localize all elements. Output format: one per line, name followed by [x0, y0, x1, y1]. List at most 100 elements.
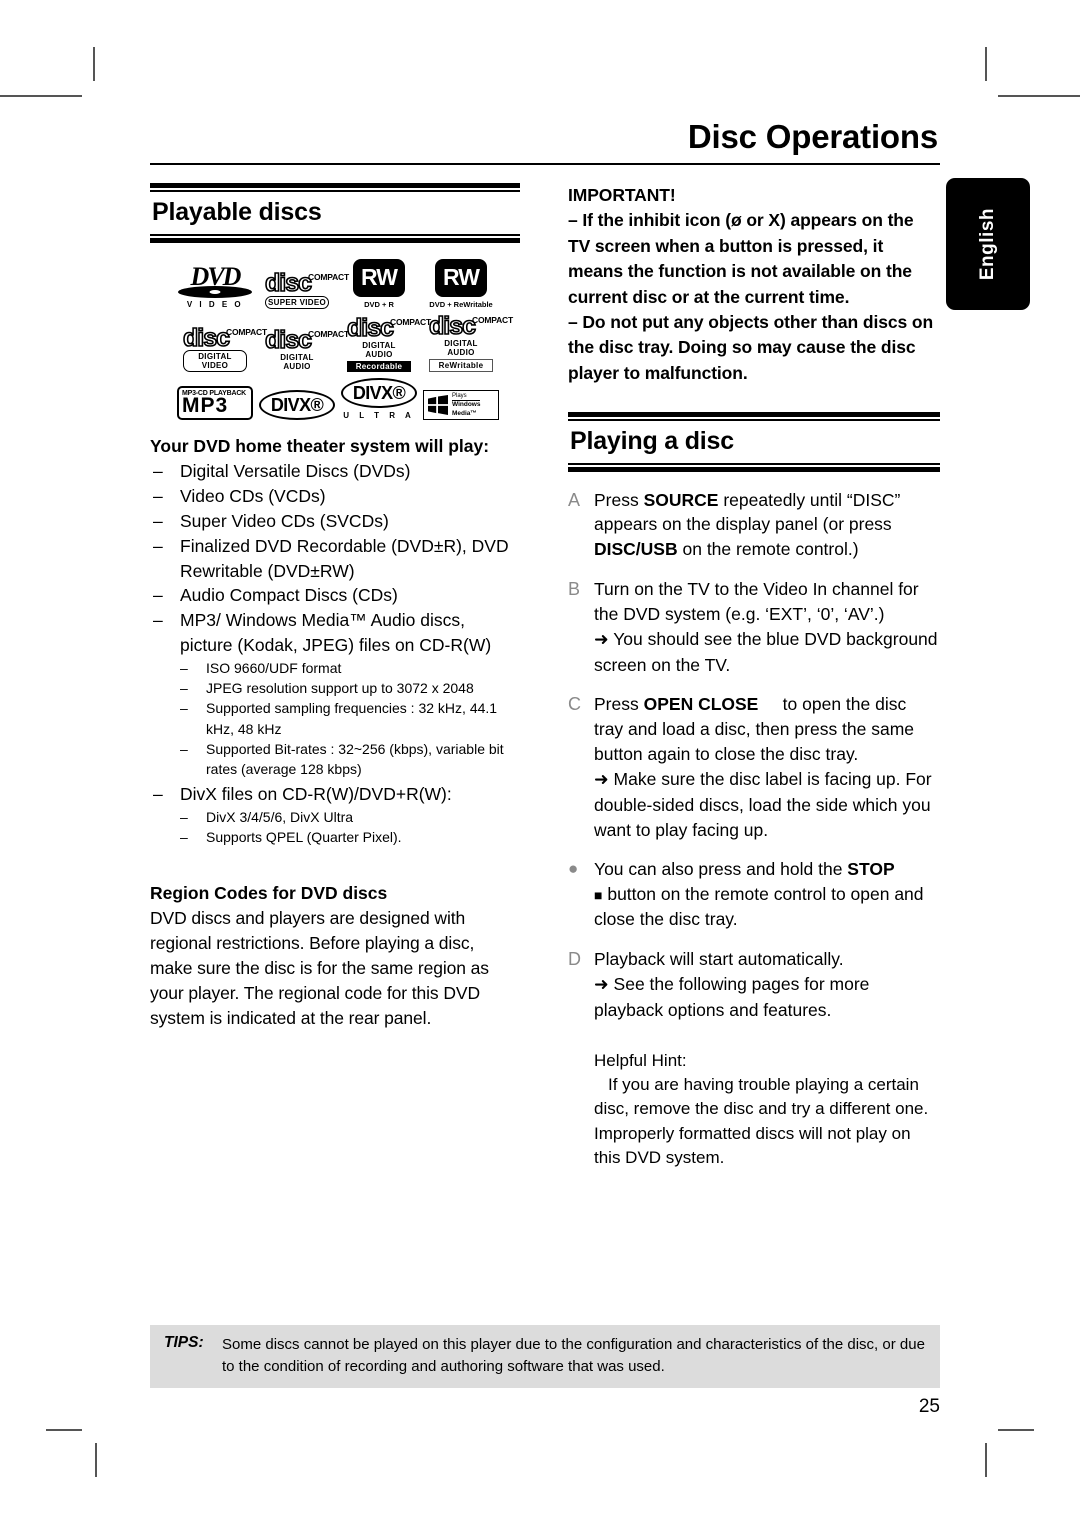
tips-text: Some discs cannot be played on this play… [222, 1336, 925, 1375]
list-item: MP3/ Windows Media™ Audio discs, picture… [150, 608, 520, 658]
helpful-hint-label: Helpful Hint: [594, 1050, 687, 1070]
section-title-playable-discs: Playable discs [152, 198, 322, 226]
list-item: DivX files on CD-R(W)/DVD+R(W): [150, 782, 520, 807]
language-tab-label: English [977, 207, 998, 281]
dvd-plus-rewritable-logo: RW DVD + ReWritable [420, 258, 502, 309]
compact-disc-digital-audio-logo: disc COMPACT DIGITAL AUDIO [256, 325, 349, 373]
compact-disc-recordable-logo: disc COMPACT DIGITAL AUDIO Recordable [338, 313, 431, 372]
rule-thin-bottom-2 [568, 462, 940, 465]
cd-band-digital-audio-rec: DIGITAL AUDIO [362, 341, 396, 359]
rule-thick-bottom [150, 237, 520, 243]
cd-logo-word: disc [264, 269, 313, 297]
rw-badge-icon-2: RW [435, 258, 487, 297]
cd-logo-word-rec: disc [346, 313, 395, 342]
list-item: ISO 9660/UDF format [178, 658, 520, 679]
cd-logo-word-dv: disc [182, 323, 231, 352]
step-text-b: Turn on the TV to the Video In channel f… [594, 579, 938, 675]
rule-thick-top-2 [568, 412, 940, 417]
tips-footer: TIPS: Some discs cannot be played on thi… [150, 1325, 940, 1388]
cd-band-digital-audio: DIGITAL AUDIO [280, 353, 314, 371]
compact-disc-rewritable-logo: disc COMPACT DIGITAL AUDIO ReWritable [420, 311, 513, 372]
section-title-playing-a-disc: Playing a disc [570, 427, 734, 455]
divx-ultra-word: DIVX® [352, 382, 406, 403]
dvd-video-logo-caption: V I D E O [186, 299, 244, 309]
windows-flag-icon [428, 395, 448, 415]
list-item: Super Video CDs (SVCDs) [150, 509, 520, 534]
cd-logo-band: SUPER VIDEO [265, 295, 329, 309]
step-marker-c: C [568, 694, 581, 715]
two-column-layout: Playable discs DVD V I D E O disc COMPAC… [150, 183, 940, 1171]
mp3-word: MP3 [182, 394, 229, 418]
step-bullet-stop: ● You can also press and hold the STOP ■ … [568, 857, 940, 932]
list-item: Finalized DVD Recordable (DVD±R), DVD Re… [150, 534, 520, 584]
windows-media-logo: Plays Windows Media™ [420, 390, 502, 420]
rule-thick-top [150, 183, 520, 188]
cd-logo-word-rw: disc [428, 311, 477, 340]
page-number: 25 [918, 1396, 940, 1417]
list-item: Supported Bit-rates : 32~256 (kbps), var… [178, 739, 520, 780]
header-rule [150, 163, 940, 165]
step-a: A Press SOURCE repeatedly until “DISC” a… [568, 488, 940, 563]
mp3-cd-playback-logo: MP3-CD PLAYBACK MP3 [174, 386, 256, 420]
step-text-c: Press OPEN CLOSE to open the disc tray a… [594, 694, 932, 840]
heading-region-codes: Region Codes for DVD discs [150, 883, 388, 904]
cd-logo-word-da: disc [264, 325, 313, 354]
list-item: DivX 3/4/5/6, DivX Ultra [178, 807, 520, 828]
right-column: IMPORTANT! – If the inhibit icon (ø or X… [568, 183, 940, 1171]
section-header-playable-discs: Playable discs [150, 183, 520, 243]
windows-media-line2: Windows [452, 400, 481, 408]
crop-mark-bottom-left-horizontal [46, 1429, 82, 1431]
list-item: Video CDs (VCDs) [150, 484, 520, 509]
list-item: Audio Compact Discs (CDs) [150, 583, 520, 608]
step-text-a: Press SOURCE repeatedly until “DISC” app… [594, 489, 901, 560]
dvd-disc-ellipse-icon [178, 285, 252, 298]
cd-band-recordable: Recordable [347, 361, 411, 372]
column-gutter [520, 183, 568, 1171]
windows-media-line1: Plays [452, 392, 467, 399]
language-tab: English [946, 178, 1030, 310]
step-marker-b: B [568, 579, 581, 600]
cd-band-digital-video: DIGITAL VIDEO [183, 350, 247, 372]
crop-mark-bottom-left-vertical [95, 1443, 97, 1477]
step-marker-a: A [568, 489, 581, 510]
logo-row-3: MP3-CD PLAYBACK MP3 DIVX® DIVX® U L T R … [174, 378, 520, 420]
compact-disc-digital-video-logo: disc COMPACT DIGITAL VIDEO [174, 323, 267, 372]
divx-ultra-logo: DIVX® U L T R A [338, 378, 420, 420]
list-item: JPEG resolution support up to 3072 x 204… [178, 678, 520, 699]
region-codes-body: DVD discs and players are designed with … [150, 908, 489, 1028]
crop-mark-top-right-vertical [985, 47, 987, 81]
list-item: Supported sampling frequencies : 32 kHz,… [178, 698, 520, 739]
step-c: C Press OPEN CLOSE to open the disc tray… [568, 692, 940, 842]
playing-steps: A Press SOURCE repeatedly until “DISC” a… [568, 488, 940, 1023]
step-b: B Turn on the TV to the Video In channel… [568, 577, 940, 677]
rw-word: RW [361, 264, 398, 290]
list-item: Digital Versatile Discs (DVDs) [150, 459, 520, 484]
disc-format-logos: DVD V I D E O disc COMPACT SUPER VIDEO R… [174, 258, 520, 420]
divx-word: DIVX® [270, 394, 324, 415]
step-marker-bullet: ● [568, 859, 579, 879]
mp3-details-sublist: ISO 9660/UDF format JPEG resolution supp… [178, 658, 520, 780]
list-item: Supports QPEL (Quarter Pixel). [178, 827, 520, 848]
step-text-bullet: You can also press and hold the STOP ■ bu… [594, 859, 924, 930]
logo-row-1: DVD V I D E O disc COMPACT SUPER VIDEO R… [174, 258, 520, 309]
helpful-hint: Helpful Hint: If you are having trouble … [594, 1049, 940, 1171]
crop-mark-bottom-right-vertical [985, 1443, 987, 1477]
rw-badge-icon: RW [353, 258, 405, 297]
helpful-hint-body: If you are having trouble playing a cert… [594, 1075, 929, 1168]
page-body: Disc Operations Playable discs DVD V I D… [150, 120, 940, 1410]
rw-word-2: RW [443, 264, 480, 290]
crop-mark-top-left-vertical [93, 47, 95, 81]
dvd-video-logo: DVD V I D E O [174, 264, 256, 309]
left-column: Playable discs DVD V I D E O disc COMPAC… [150, 183, 520, 1171]
page-title: Disc Operations [687, 118, 938, 155]
playable-formats-list: Digital Versatile Discs (DVDs) Video CDs… [150, 459, 520, 658]
section-header-playing-a-disc: Playing a disc [568, 412, 940, 472]
important-heading: IMPORTANT! [568, 185, 676, 205]
cd-compact-rw: COMPACT [472, 314, 513, 325]
divx-logo: DIVX® [256, 390, 338, 420]
tips-label: TIPS: [164, 1334, 204, 1351]
dvd-plus-r-caption: DVD + R [364, 299, 394, 309]
cd-band-digital-audio-rw: DIGITAL AUDIO [444, 339, 478, 357]
step-marker-d: D [568, 949, 581, 969]
divx-ultra-caption: U L T R A [343, 411, 415, 420]
